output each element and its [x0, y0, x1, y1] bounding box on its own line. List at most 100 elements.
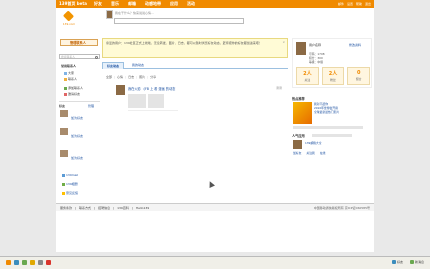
group-item-all[interactable]: 大家 [64, 71, 74, 75]
help-link[interactable]: 帮助 [356, 2, 362, 6]
home-icon[interactable] [6, 260, 11, 265]
group-item-contacts[interactable]: 联系人 [64, 77, 77, 81]
feed-tabs: 好友动态 我的动态 [102, 62, 288, 69]
sidebar-link-feedback[interactable]: 意见反馈 [62, 191, 78, 195]
feed-image-thumbnail[interactable] [128, 94, 146, 108]
nav-item-mail[interactable]: 邮箱 [128, 1, 136, 7]
group-icon [64, 71, 67, 75]
music-icon[interactable] [30, 260, 35, 265]
popular-app-icon[interactable] [293, 140, 302, 149]
filter-all[interactable]: 全部 [106, 75, 112, 79]
add-contact-link[interactable]: 添加联系人 [64, 86, 83, 90]
browser-status-bar: 好友 新消息 [0, 256, 430, 269]
tab-my-feed[interactable]: 我的动态 [126, 62, 150, 69]
nav-item-music[interactable]: 音乐 [111, 1, 119, 7]
mail-icon[interactable] [14, 260, 19, 265]
add-friend-action[interactable]: 加好友 [293, 151, 301, 155]
recommend-placeholder-bar [293, 126, 363, 129]
recommend-link[interactable]: 全球最新最热门影片 [314, 110, 339, 114]
filter-photo[interactable]: 照片 [139, 75, 145, 79]
notice-banner: 亲爱的用户：139社区正式上线啦，无论转发、图片、日志，都可以随时浏览好友动态，… [102, 38, 288, 58]
mail-link[interactable]: 邮件 [338, 2, 344, 6]
popular-actions: 加好友 关注我 在线 [293, 151, 325, 155]
feed-user-avatar[interactable] [116, 85, 125, 95]
footer-link-hello[interactable]: Hello139 [136, 206, 149, 210]
footer-link-contact[interactable]: 联系方式 [79, 206, 91, 210]
friend-avatar[interactable] [60, 150, 68, 157]
edit-profile-link[interactable]: 修改资料 [349, 43, 361, 47]
friend-avatar[interactable] [60, 110, 68, 117]
copyright-text: 中国移动通信版权所有 京ICP证060585号 [313, 205, 370, 210]
top-right-links: 邮件 设置 帮助 退出 [338, 2, 371, 6]
footer-link-terms[interactable]: 服务条款 [60, 206, 72, 210]
mail-icon [62, 173, 65, 177]
settings-link[interactable]: 设置 [347, 2, 353, 6]
search-icon[interactable] [95, 55, 98, 59]
filter-blog[interactable]: 日志 [128, 75, 134, 79]
invite-friends-link[interactable]: 邀请好友 [64, 92, 80, 96]
popular-app-line: 139邮箱大全 [305, 141, 322, 145]
logo-mark-icon [62, 10, 75, 22]
feed-image-thumbnail[interactable] [148, 94, 164, 108]
mood-input[interactable] [114, 18, 244, 24]
status-bar-icons [6, 260, 51, 265]
status-messages[interactable]: 新消息 [409, 260, 424, 265]
settings-icon[interactable] [38, 260, 43, 265]
invite-icon [64, 92, 67, 96]
chat-icon[interactable] [22, 260, 27, 265]
close-icon[interactable]: × [282, 40, 285, 44]
friend-avatar[interactable] [60, 128, 68, 135]
stat-messages[interactable]: 0 留言 [347, 67, 371, 85]
footer-link-wiki[interactable]: 139百科 [117, 206, 129, 210]
friends-icon [391, 260, 396, 264]
sidebar-link-album[interactable]: 139相册 [62, 182, 78, 186]
contact-groups-title[interactable]: 常用联系人 [61, 64, 76, 68]
album-icon [62, 182, 65, 186]
contacts-icon [64, 77, 67, 81]
user-avatar[interactable] [106, 10, 113, 19]
filter-mood[interactable]: 心情 [117, 75, 123, 79]
add-friend-link[interactable]: 加为好友 [71, 156, 83, 160]
sidebar-link-139mail[interactable]: 139mail [62, 173, 78, 177]
nav-item-mzone[interactable]: 动感地带 [145, 1, 161, 7]
follow-action[interactable]: 关注我 [306, 151, 314, 155]
page-footer: 服务条款 | 联系方式 | 招聘信息 | 139百科 | Hello139 中国移动通信… [56, 203, 374, 211]
popular-placeholder-bar [312, 134, 352, 137]
footer-links: 服务条款 | 联系方式 | 招聘信息 | 139百科 | Hello139 [60, 205, 150, 210]
logout-link[interactable]: 退出 [365, 2, 371, 6]
popular-app-link[interactable]: 139邮箱大全 [305, 141, 322, 145]
recommend-list: 我对不起你 2010年世博会开幕 全球最新最热门影片 [314, 102, 339, 114]
online-action[interactable]: 在线 [320, 151, 326, 155]
logo-text: 139.com [62, 22, 76, 26]
filter-share[interactable]: 分享 [150, 75, 156, 79]
nav-item-friends[interactable]: 好友 [94, 1, 102, 7]
status-bar-right: 好友 新消息 [391, 260, 424, 265]
site-logo[interactable]: 139.com [61, 10, 77, 27]
footer-link-jobs[interactable]: 招聘信息 [98, 206, 110, 210]
popular-apps-title: 人气应用 [292, 134, 305, 138]
feed-item-text[interactable]: 我在火影 《FB 上 看 漫画 的动态 [128, 86, 175, 91]
add-icon[interactable] [46, 260, 51, 265]
feedback-icon [62, 191, 65, 195]
stat-followers[interactable]: 2人 粉丝 [321, 67, 345, 85]
status-friends[interactable]: 好友 [391, 260, 403, 265]
recommend-image[interactable] [293, 102, 312, 124]
brand-link[interactable]: 139首页 beta [59, 1, 87, 7]
top-navigation-bar: 139首页 beta 好友 音乐 邮箱 动感地带 应用 活动 邮件 设置 帮助 … [56, 0, 374, 8]
message-icon [409, 260, 414, 264]
recommend-section-title: 热点推荐 [292, 97, 305, 101]
stat-following[interactable]: 2人 关注 [296, 67, 319, 85]
add-friend-link[interactable]: 加为好友 [71, 116, 83, 120]
nav-item-apps[interactable]: 应用 [170, 1, 178, 7]
nav-item-events[interactable]: 活动 [187, 1, 195, 7]
add-contact-icon [64, 86, 67, 90]
manage-contacts-button[interactable]: 管理联系人 [60, 39, 98, 46]
tab-friends-feed[interactable]: 好友动态 [102, 62, 124, 69]
profile-avatar[interactable] [296, 42, 306, 55]
profile-name[interactable]: 用户名称 [309, 43, 321, 47]
add-friend-link[interactable]: 加为好友 [71, 134, 83, 138]
feed-divider [128, 110, 178, 111]
contact-search-input[interactable]: 搜索联系人 [59, 54, 100, 59]
main-nav: 好友 音乐 邮箱 动感地带 应用 活动 [94, 1, 195, 7]
friends-manage-link[interactable]: 管理 [88, 104, 94, 108]
